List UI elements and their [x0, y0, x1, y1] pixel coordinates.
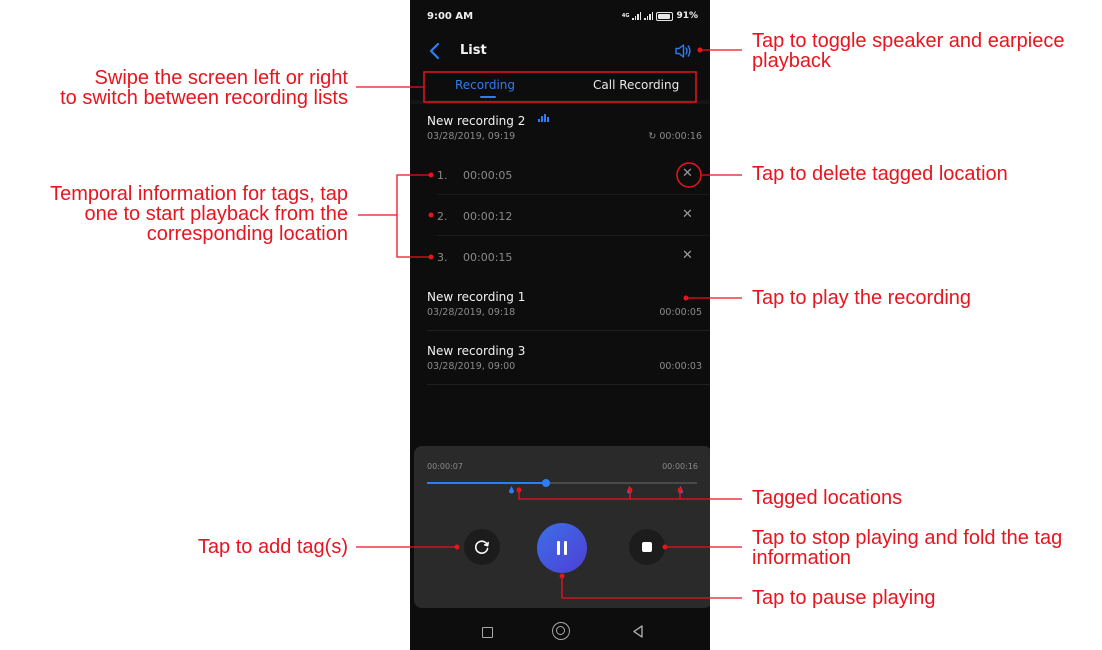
- system-nav-bar: [410, 614, 710, 650]
- phone-screen: 9:00 AM 4G 91% List Recording Call Recor…: [410, 0, 710, 650]
- tag-row[interactable]: 1. 00:00:05 ✕: [410, 155, 710, 195]
- header: List: [410, 34, 710, 68]
- delete-tag-icon[interactable]: ✕: [682, 208, 693, 222]
- annotation-swipe: Swipe the screen left or right to switch…: [60, 67, 348, 109]
- recording-title: New recording 2: [427, 114, 526, 128]
- tab-recording[interactable]: Recording: [455, 78, 515, 92]
- recording-title: New recording 3: [427, 344, 526, 358]
- nav-back-icon[interactable]: [632, 625, 644, 638]
- recording-date: 03/28/2019, 09:00: [427, 361, 516, 372]
- tag-time: 00:00:15: [463, 251, 513, 264]
- refresh-icon: ↻: [648, 131, 657, 142]
- tag-time: 00:00:05: [463, 169, 513, 182]
- annotation-temporal: Temporal information for tags, tap one t…: [50, 183, 348, 245]
- total-time: 00:00:16: [662, 462, 698, 471]
- annotation-tagged-locations: Tagged locations: [752, 487, 903, 509]
- stop-icon: [642, 542, 652, 552]
- recording-title: New recording 1: [427, 290, 526, 304]
- page-title: List: [460, 43, 487, 58]
- annotation-stop: Tap to stop playing and fold the tag inf…: [752, 527, 1063, 569]
- delete-tag-icon[interactable]: ✕: [682, 167, 693, 181]
- annotation-pause: Tap to pause playing: [752, 587, 936, 609]
- divider: [427, 384, 710, 385]
- pause-button[interactable]: [537, 523, 587, 573]
- tag-row[interactable]: 3. 00:00:15 ✕: [410, 237, 710, 277]
- tag-marker-icon[interactable]: [627, 486, 632, 494]
- playing-wave-icon: [538, 114, 549, 122]
- signal-icon: [632, 12, 642, 20]
- divider: [437, 235, 710, 236]
- recording-item-3[interactable]: New recording 3 03/28/2019, 09:00 00:00:…: [410, 340, 710, 385]
- tab-call-recording[interactable]: Call Recording: [593, 78, 679, 92]
- recording-duration: 00:00:16: [659, 131, 702, 142]
- annotation-play: Tap to play the recording: [752, 287, 972, 309]
- battery-icon: [656, 11, 674, 21]
- recording-duration: 00:00:05: [659, 307, 702, 318]
- add-tag-icon: [475, 540, 489, 554]
- annotation-delete-tag: Tap to delete tagged location: [752, 163, 1008, 185]
- tag-time: 00:00:12: [463, 210, 513, 223]
- divider: [437, 194, 710, 195]
- stop-button[interactable]: [629, 529, 665, 565]
- recording-item-2[interactable]: New recording 2 03/28/2019, 09:19 ↻ 00:00…: [410, 110, 710, 154]
- divider: [410, 100, 710, 104]
- tag-marker-icon[interactable]: [677, 486, 683, 494]
- tag-marker-icon[interactable]: [508, 486, 514, 494]
- speaker-icon[interactable]: [674, 43, 692, 59]
- progress-slider[interactable]: [427, 479, 697, 487]
- tag-index: 1.: [437, 169, 448, 182]
- pause-icon: [556, 541, 568, 555]
- home-icon[interactable]: [552, 622, 570, 640]
- delete-tag-icon[interactable]: ✕: [682, 249, 693, 263]
- active-tab-indicator: [480, 96, 496, 98]
- status-time: 9:00 AM: [427, 11, 474, 22]
- annotation-add-tag: Tap to add tag(s): [197, 536, 348, 558]
- annotation-speaker: Tap to toggle speaker and earpiece playb…: [752, 30, 1065, 72]
- add-tag-button[interactable]: [464, 529, 500, 565]
- recording-item-1[interactable]: New recording 1 03/28/2019, 09:18 00:00:…: [410, 286, 710, 331]
- tag-index: 2.: [437, 210, 448, 223]
- tab-bar: Recording Call Recording: [430, 72, 694, 100]
- progress-thumb[interactable]: [541, 479, 550, 487]
- divider: [427, 330, 710, 331]
- signal-icon-2: [644, 12, 654, 20]
- status-bar: 9:00 AM 4G 91%: [410, 0, 710, 34]
- tag-index: 3.: [437, 251, 448, 264]
- recording-date: 03/28/2019, 09:18: [427, 307, 516, 318]
- battery-level: 91%: [676, 11, 698, 21]
- recording-duration: 00:00:03: [659, 361, 702, 372]
- tag-row[interactable]: 2. 00:00:12 ✕: [410, 196, 710, 236]
- player-panel: 00:00:07 00:00:16: [414, 446, 710, 608]
- recording-date: 03/28/2019, 09:19: [427, 131, 516, 142]
- network-type: 4G: [621, 12, 630, 19]
- back-arrow-icon[interactable]: [428, 42, 442, 60]
- current-time: 00:00:07: [427, 462, 463, 471]
- progress-fill: [427, 482, 546, 484]
- recent-apps-icon[interactable]: [482, 627, 493, 638]
